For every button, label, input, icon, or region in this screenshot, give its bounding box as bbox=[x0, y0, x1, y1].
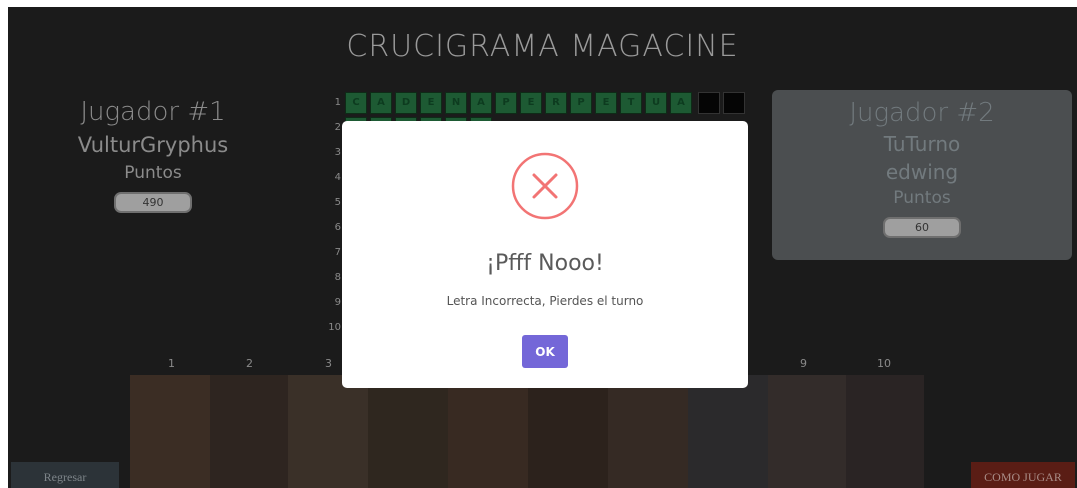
error-x-icon bbox=[511, 152, 579, 220]
error-dialog: ¡Pfff Nooo! Letra Incorrecta, Pierdes el… bbox=[342, 121, 748, 388]
dialog-message: Letra Incorrecta, Pierdes el turno bbox=[446, 294, 644, 308]
modal-backdrop: ¡Pfff Nooo! Letra Incorrecta, Pierdes el… bbox=[0, 0, 1077, 488]
ok-button[interactable]: OK bbox=[522, 335, 568, 368]
dialog-title: ¡Pfff Nooo! bbox=[486, 251, 604, 276]
